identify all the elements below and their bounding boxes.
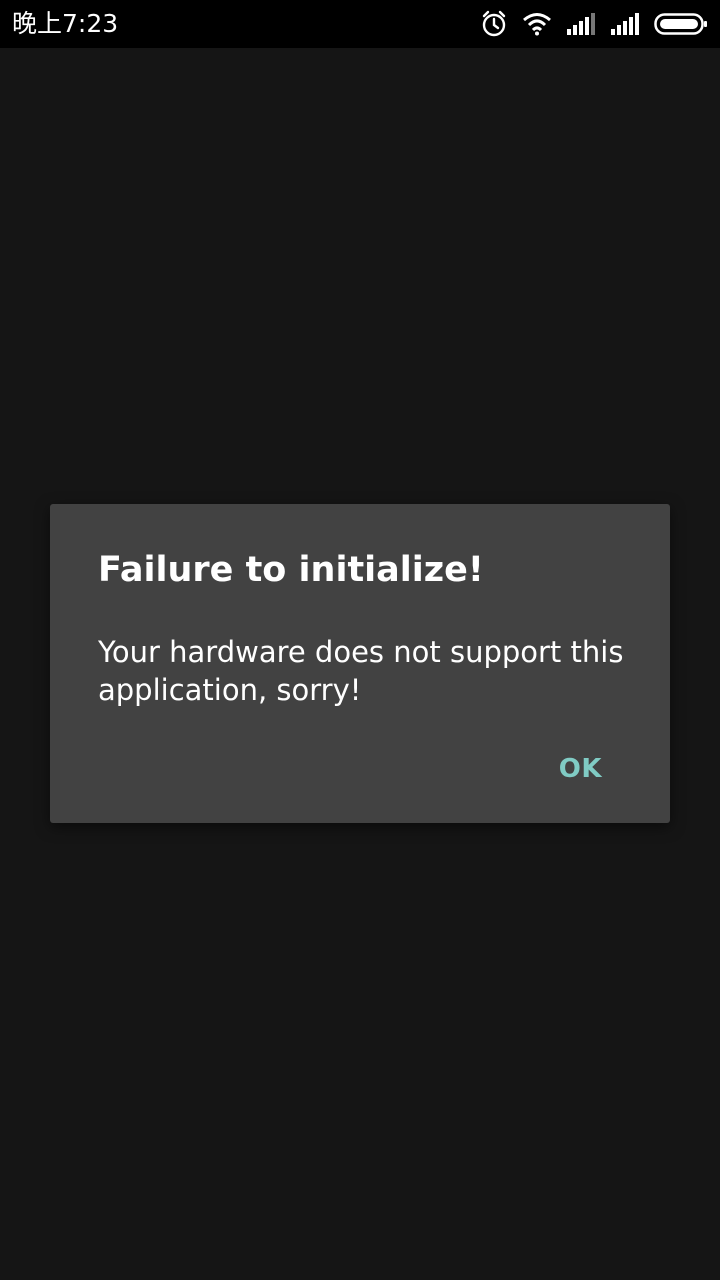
signal-1-icon [566, 13, 596, 35]
signal-2-icon [610, 13, 640, 35]
wifi-icon [522, 12, 552, 36]
app-screen: 晚上7:23 Failure to initialize! Your hardw… [0, 0, 720, 1280]
status-bar: 晚上7:23 [0, 0, 720, 48]
dialog-title: Failure to initialize! [98, 550, 484, 590]
battery-icon [654, 12, 708, 36]
ok-button[interactable]: OK [543, 749, 618, 789]
alert-dialog: Failure to initialize! Your hardware doe… [50, 504, 670, 823]
status-time: 晚上7:23 [12, 9, 119, 38]
alarm-icon [480, 10, 508, 38]
dialog-message: Your hardware does not support this appl… [98, 635, 624, 707]
status-icons [480, 8, 708, 40]
